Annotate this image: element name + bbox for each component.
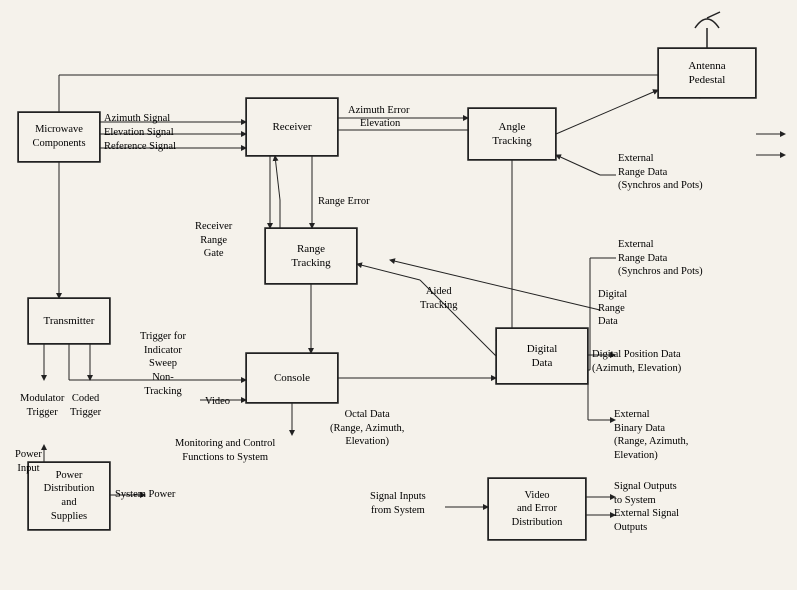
system-power-label: System Power — [115, 488, 175, 502]
signal-inputs-label: Signal Inputsfrom System — [370, 490, 426, 517]
antenna-pedestal-box: AntennaPedestal — [658, 48, 756, 98]
video-error-box: Videoand ErrorDistribution — [488, 478, 586, 540]
digital-position-label: Digital Position Data(Azimuth, Elevation… — [592, 348, 681, 375]
microwave-components-box: MicrowaveComponents — [18, 112, 100, 162]
trigger-indicator-label: Trigger forIndicatorSweepNon-Tracking — [140, 330, 186, 398]
angle-tracking-box: AngleTracking — [468, 108, 556, 160]
digital-data-box: DigitalData — [496, 328, 588, 384]
range-tracking-box: RangeTracking — [265, 228, 357, 284]
elevation-label: Elevation — [360, 117, 400, 131]
transmitter-box: Transmitter — [28, 298, 110, 344]
elevation-signal-label: Elevation Signal — [104, 126, 174, 140]
external-range1-label: ExternalRange Data(Synchros and Pots) — [618, 152, 703, 193]
video-label: Video — [205, 395, 230, 409]
external-binary-label: ExternalBinary Data(Range, Azimuth,Eleva… — [614, 408, 688, 463]
coded-trigger-label: CodedTrigger — [70, 392, 101, 419]
signal-outputs-label: Signal Outputsto SystemExternal SignalOu… — [614, 480, 679, 535]
external-range2-label: ExternalRange Data(Synchros and Pots) — [618, 238, 703, 279]
receiver-box: Receiver — [246, 98, 338, 156]
modulator-trigger-label: ModulatorTrigger — [20, 392, 64, 419]
octal-data-label: Octal Data(Range, Azimuth,Elevation) — [330, 408, 404, 449]
receiver-range-gate-label: ReceiverRangeGate — [195, 220, 232, 261]
digital-range-data-label: DigitalRangeData — [598, 288, 627, 329]
reference-signal-label: Reference Signal — [104, 140, 176, 154]
monitoring-label: Monitoring and ControlFunctions to Syste… — [175, 437, 275, 464]
azimuth-error-label: Azimuth Error — [348, 104, 410, 118]
console-box: Console — [246, 353, 338, 403]
aided-tracking-label: AidedTracking — [420, 285, 458, 312]
power-input-label: PowerInput — [15, 448, 42, 475]
range-error-label: Range Error — [318, 195, 370, 209]
block-diagram: MicrowaveComponents Receiver AngleTracki… — [0, 0, 797, 590]
azimuth-signal-label: Azimuth Signal — [104, 112, 170, 126]
